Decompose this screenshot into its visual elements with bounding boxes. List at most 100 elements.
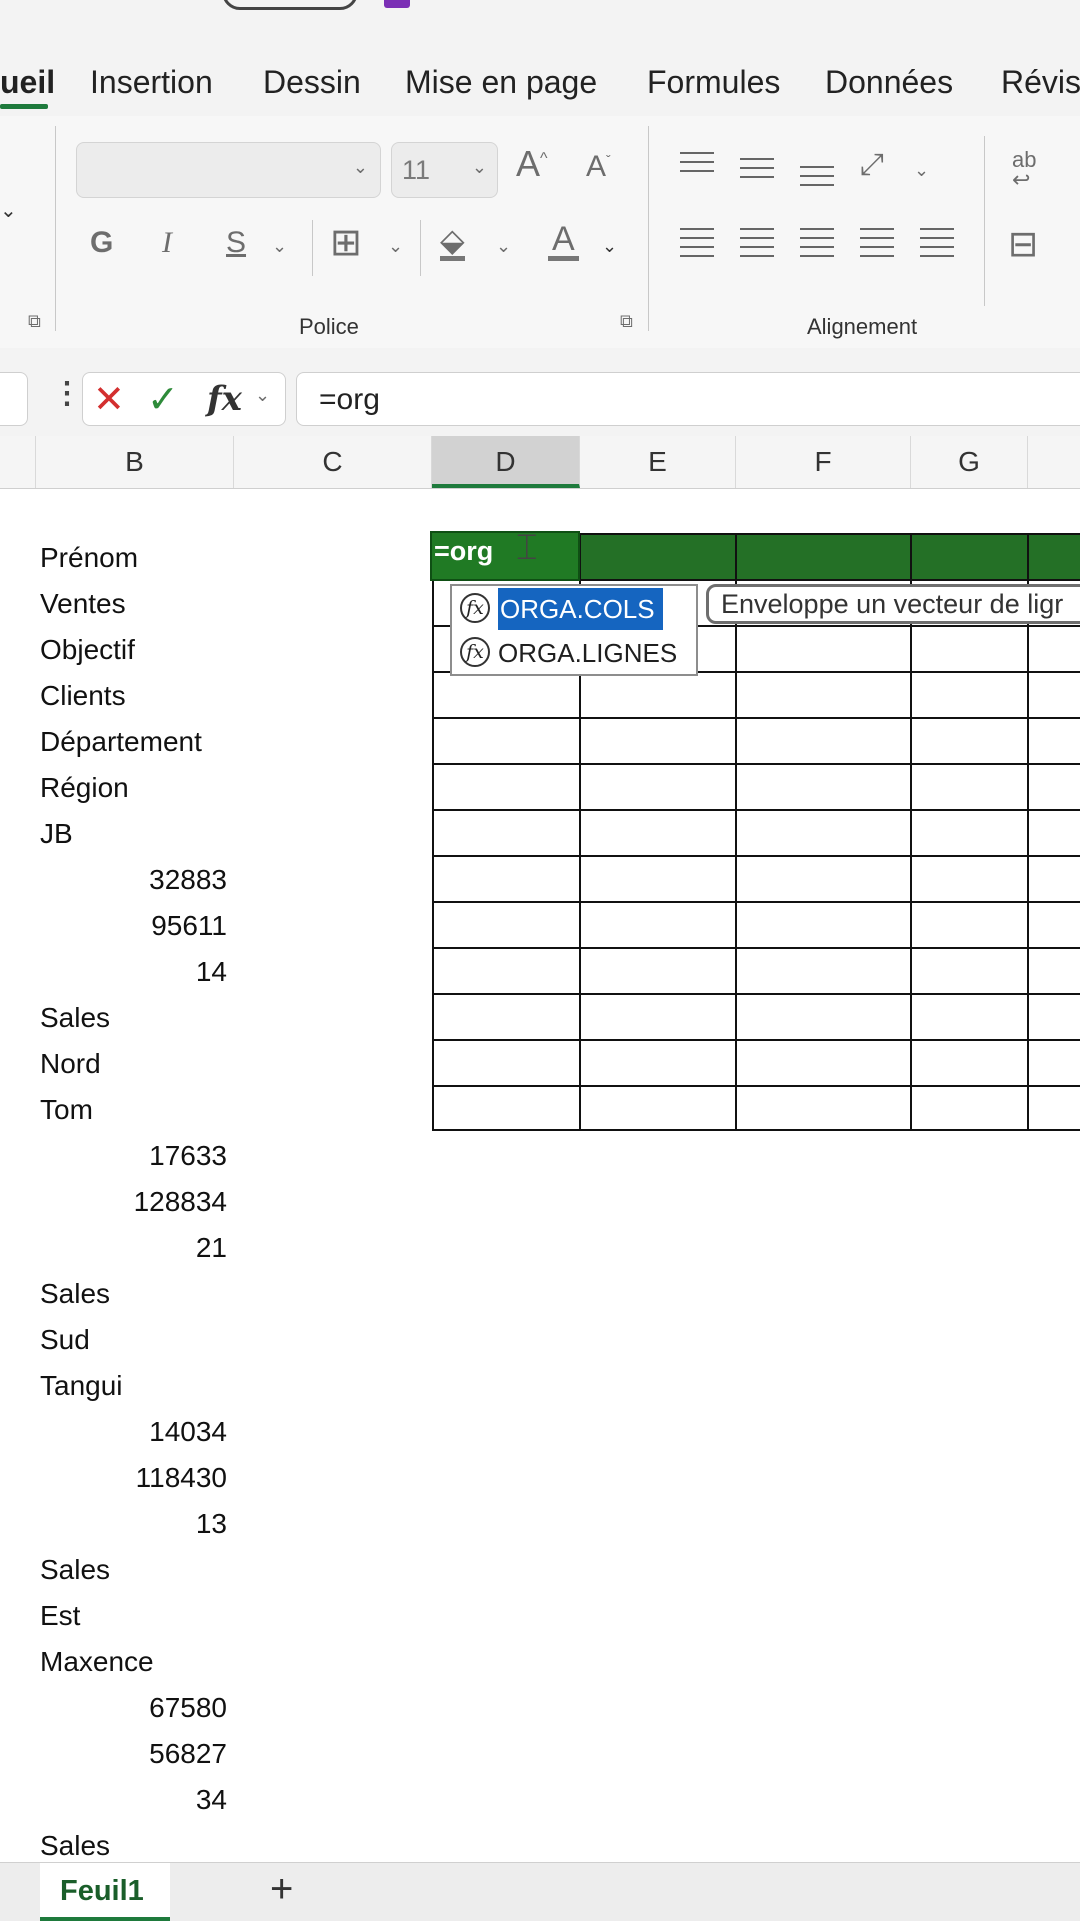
cell-b-2[interactable]: Prénom xyxy=(40,535,227,581)
cell-b-15[interactable]: 17633 xyxy=(40,1133,227,1179)
font-name-select[interactable]: ⌄ xyxy=(76,142,381,198)
tab-accueil[interactable]: ueil xyxy=(0,64,55,101)
cell-b-18[interactable]: Sales xyxy=(40,1271,227,1317)
shrink-font-button[interactable]: Aˇ xyxy=(586,152,611,182)
cell-b-23[interactable]: 13 xyxy=(40,1501,227,1547)
cell-b-9[interactable]: 32883 xyxy=(40,857,227,903)
align-bottom-icon[interactable] xyxy=(800,166,834,193)
cell-b-17[interactable]: 21 xyxy=(40,1225,227,1271)
group-separator xyxy=(984,136,985,306)
font-color-button[interactable]: A xyxy=(548,222,579,261)
text-cursor-icon: ⌶ xyxy=(516,526,538,567)
column-header-e[interactable]: E xyxy=(580,436,736,488)
cell-b-20[interactable]: Tangui xyxy=(40,1363,227,1409)
align-top-icon[interactable] xyxy=(680,152,714,179)
name-box[interactable] xyxy=(0,372,28,426)
chevron-down-icon: ⌄ xyxy=(352,157,368,177)
chevron-down-icon[interactable]: ⌄ xyxy=(388,236,403,257)
wrap-text-button[interactable]: ab ↩ xyxy=(1012,147,1037,191)
cell-b-28[interactable]: 56827 xyxy=(40,1731,227,1777)
cell-b-6[interactable]: Département xyxy=(40,719,227,765)
column-header-f[interactable]: F xyxy=(736,436,911,488)
font-size-select[interactable]: 11 ⌄ xyxy=(391,142,498,198)
sheet-tab-bar: Feuil1 + xyxy=(0,1862,1080,1921)
formula-input[interactable]: =org xyxy=(296,372,1080,426)
fill-color-icon[interactable]: ⬙ xyxy=(440,224,465,261)
tab-donnees[interactable]: Données xyxy=(825,64,953,101)
cell-b-21[interactable]: 14034 xyxy=(40,1409,227,1455)
column-header-d[interactable]: D xyxy=(432,436,580,488)
ribbon: ⌄ ⧉ ⌄ 11 ⌄ A^ Aˇ G I S ⌄ ⊞ ⌄ ⬙ ⌄ A ⌄ Pol… xyxy=(0,116,1080,349)
chevron-down-icon[interactable]: ⌄ xyxy=(255,385,270,406)
align-right-icon[interactable] xyxy=(800,228,834,264)
cell-b-13[interactable]: Nord xyxy=(40,1041,227,1087)
cell-b-4[interactable]: Objectif xyxy=(40,627,227,673)
underline-button[interactable]: S xyxy=(226,228,246,258)
cell-b-26[interactable]: Maxence xyxy=(40,1639,227,1685)
column-header-b[interactable]: B xyxy=(36,436,234,488)
cell-b-29[interactable]: 34 xyxy=(40,1777,227,1823)
autosave-toggle-icon[interactable] xyxy=(222,0,358,10)
grid-line xyxy=(432,1039,1080,1041)
chevron-down-icon[interactable]: ⌄ xyxy=(602,236,617,257)
cell-b-11[interactable]: 14 xyxy=(40,949,227,995)
tab-mise-en-page[interactable]: Mise en page xyxy=(405,64,597,101)
bold-button[interactable]: G xyxy=(90,228,113,258)
chevron-down-icon[interactable]: ⌄ xyxy=(496,236,511,257)
borders-icon[interactable]: ⊞ xyxy=(330,224,362,262)
align-middle-icon[interactable] xyxy=(740,158,774,185)
chevron-down-icon: ⌄ xyxy=(471,157,487,177)
dialog-launcher-icon[interactable]: ⧉ xyxy=(28,312,41,330)
align-center-icon[interactable] xyxy=(740,228,774,264)
add-sheet-button[interactable]: + xyxy=(270,1867,293,1912)
column-header-h[interactable] xyxy=(1028,436,1080,488)
cell-b-5[interactable]: Clients xyxy=(40,673,227,719)
cell-b-16[interactable]: 128834 xyxy=(40,1179,227,1225)
tab-insertion[interactable]: Insertion xyxy=(90,64,213,101)
align-left-icon[interactable] xyxy=(680,228,714,264)
sheet-tab-label: Feuil1 xyxy=(60,1875,144,1907)
column-header-c[interactable]: C xyxy=(234,436,432,488)
autocomplete-item-label: ORGA.LIGNES xyxy=(498,638,678,668)
cell-b-27[interactable]: 67580 xyxy=(40,1685,227,1731)
grid-line xyxy=(432,533,434,1131)
grow-font-button[interactable]: A^ xyxy=(516,146,548,182)
cancel-icon[interactable]: ✕ xyxy=(93,377,125,422)
column-header-a[interactable] xyxy=(0,436,36,488)
text-orientation-icon[interactable]: ⤢ xyxy=(860,150,884,180)
shrink-font-label: A xyxy=(586,150,607,183)
insert-function-icon[interactable]: fx xyxy=(207,379,242,419)
cell-b-12[interactable]: Sales xyxy=(40,995,227,1041)
cell-b-7[interactable]: Région xyxy=(40,765,227,811)
font-color-label: A xyxy=(552,220,575,258)
merge-center-icon[interactable]: ⊟ xyxy=(1008,226,1038,262)
more-options-icon[interactable]: ⋮ xyxy=(52,376,82,411)
chevron-down-icon[interactable]: ⌄ xyxy=(914,160,929,181)
grid-line xyxy=(432,717,1080,719)
cell-b-22[interactable]: 118430 xyxy=(40,1455,227,1501)
cell-b-14[interactable]: Tom xyxy=(40,1087,227,1133)
wrap-text-label: ab xyxy=(1012,147,1037,172)
formula-bar: ⋮ ✕ ✓ fx ⌄ =org xyxy=(0,348,1080,436)
column-header-g[interactable]: G xyxy=(911,436,1028,488)
tab-revision[interactable]: Révisi xyxy=(1001,64,1080,101)
tab-dessin[interactable]: Dessin xyxy=(263,64,361,101)
decrease-indent-icon[interactable] xyxy=(860,228,894,264)
chevron-down-icon[interactable]: ⌄ xyxy=(272,236,287,257)
cell-b-8[interactable]: JB xyxy=(40,811,227,857)
cell-b-25[interactable]: Est xyxy=(40,1593,227,1639)
cell-b-19[interactable]: Sud xyxy=(40,1317,227,1363)
dialog-launcher-icon[interactable]: ⧉ xyxy=(620,312,633,330)
italic-button[interactable]: I xyxy=(162,228,172,258)
cell-b-3[interactable]: Ventes xyxy=(40,581,227,627)
autocomplete-item-orga-cols[interactable]: fx ORGA.COLS xyxy=(454,588,694,630)
grid-line xyxy=(432,947,1080,949)
cell-b-24[interactable]: Sales xyxy=(40,1547,227,1593)
enter-icon[interactable]: ✓ xyxy=(147,377,179,422)
tab-formules[interactable]: Formules xyxy=(647,64,780,101)
chevron-down-icon[interactable]: ⌄ xyxy=(0,198,17,223)
increase-indent-icon[interactable] xyxy=(920,228,954,264)
cell-b-10[interactable]: 95611 xyxy=(40,903,227,949)
onenote-icon[interactable] xyxy=(384,0,410,8)
autocomplete-item-orga-lignes[interactable]: fx ORGA.LIGNES xyxy=(454,632,694,674)
